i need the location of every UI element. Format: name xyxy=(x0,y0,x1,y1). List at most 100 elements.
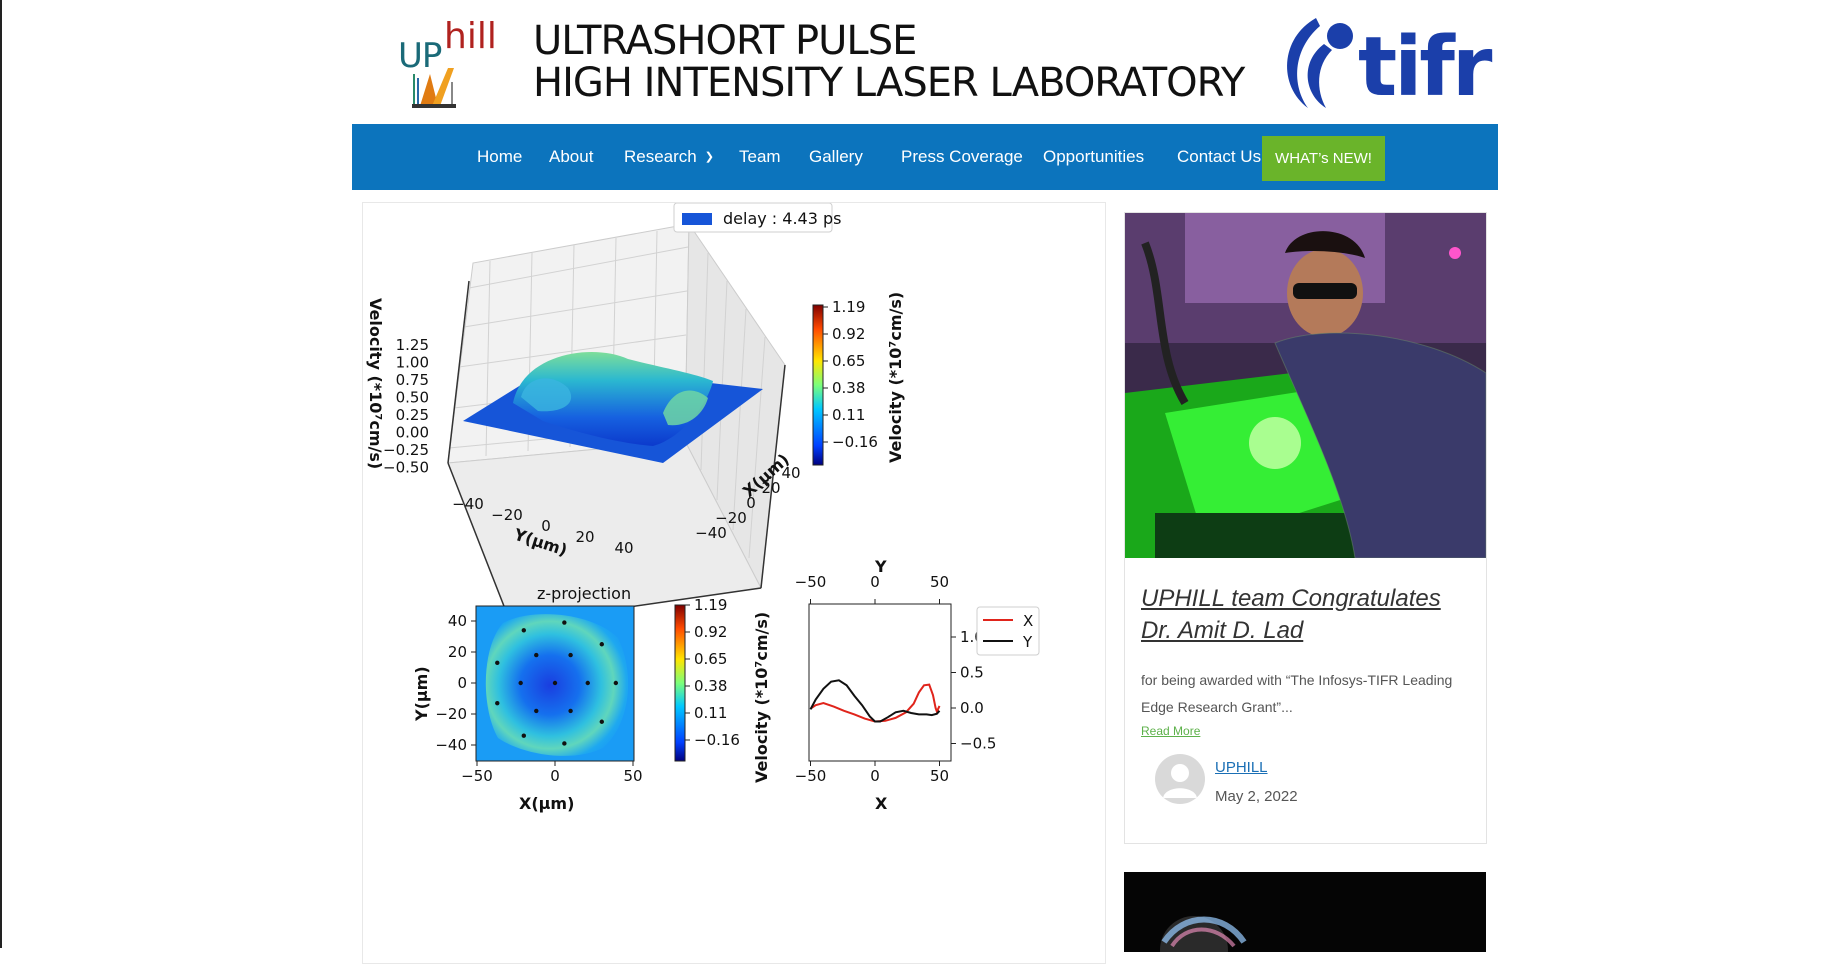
colorbar-top xyxy=(812,304,824,466)
projection-point xyxy=(568,652,573,658)
projection-point xyxy=(599,719,604,724)
lineout-x-tick-label: 0 xyxy=(870,767,880,785)
site-title-line1: ULTRASHORT PULSE xyxy=(533,18,917,64)
tifr-logo[interactable]: tifr xyxy=(1274,14,1492,115)
projection-y-tick-label: 40 xyxy=(448,612,467,630)
z-tick-label: 1.00 xyxy=(396,354,429,372)
projection-point xyxy=(534,708,539,714)
z-axis-label: Velocity (*10⁷cm/s) xyxy=(366,298,385,469)
velocity-figure: 1.251.000.750.500.250.00−0.25−0.50 40200… xyxy=(366,202,1040,813)
read-more-link[interactable]: Read More xyxy=(1141,724,1200,738)
projection-point xyxy=(568,708,573,714)
lineout-top-label: Y xyxy=(874,557,887,576)
projection-x-ticks: −50 0 50 xyxy=(461,761,643,785)
projection-point xyxy=(534,652,539,658)
projection-y-tick-label: −20 xyxy=(435,705,467,723)
nav-item-press-coverage[interactable]: Press Coverage xyxy=(901,124,1023,190)
lineout-top-tick-label: −50 xyxy=(795,573,827,591)
projection-title: z-projection xyxy=(537,584,631,603)
post-title-link[interactable]: UPHILL team Congratulates Dr. Amit D. La… xyxy=(1141,583,1471,647)
nav-item-gallery[interactable]: Gallery xyxy=(809,124,863,190)
projection-x-tick-label: −50 xyxy=(461,767,493,785)
colorbar-tick-label: 0.65 xyxy=(832,352,865,370)
nav-item-research[interactable]: Research ❯ xyxy=(624,124,714,190)
sidebar-post-card-2-image[interactable] xyxy=(1124,872,1486,952)
surface-legend: delay : 4.43 ps xyxy=(673,202,841,233)
y-tick-label: −20 xyxy=(491,506,523,524)
lineout-y-tick-label: 0.0 xyxy=(960,699,984,717)
nav-item-home[interactable]: Home xyxy=(477,124,522,190)
projection-y-tick-label: 0 xyxy=(457,674,467,692)
x-tick-label: −40 xyxy=(695,524,727,542)
colorbar-bottom-label: Velocity (*10⁷cm/s) xyxy=(752,612,771,783)
nav-item-team[interactable]: Team xyxy=(739,124,781,190)
projection-point xyxy=(552,680,558,686)
colorbar-tick-label: 0.11 xyxy=(832,406,865,424)
colorbar-tick-label: −0.16 xyxy=(832,433,878,451)
lineout-legend-y: Y xyxy=(1022,633,1033,651)
z-tick-label: 0.50 xyxy=(396,389,429,407)
colorbar-bottom xyxy=(674,604,686,762)
nav-item-research-label: Research xyxy=(624,147,697,166)
projection-y-tick-label: −40 xyxy=(435,736,467,754)
z-projection-plot: z-projection −50 0 50 40 20 0 −20 −40 X(μm) Y(… xyxy=(412,584,771,813)
avatar[interactable] xyxy=(1155,754,1205,804)
logo-hill-text: hill xyxy=(444,16,497,57)
surface-plot-3d: 1.251.000.750.500.250.00−0.25−0.50 40 20 0… xyxy=(366,202,905,625)
z-tick-label: 0.75 xyxy=(396,371,429,389)
nav-item-about[interactable]: About xyxy=(549,124,593,190)
projection-point xyxy=(613,680,619,686)
colorbar-tick-label: 1.19 xyxy=(694,596,727,614)
uphill-logo[interactable]: UP hill xyxy=(398,14,504,108)
projection-x-tick-label: 0 xyxy=(550,767,560,785)
tifr-logo-text: tifr xyxy=(1358,20,1492,115)
site-title: ULTRASHORT PULSE HIGH INTENSITY LASER LA… xyxy=(533,18,1245,104)
post-image[interactable] xyxy=(1125,213,1486,558)
lineout-y-tick-label: −0.5 xyxy=(960,735,996,753)
colorbar-tick-label: 0.38 xyxy=(694,677,727,695)
nav-item-opportunities[interactable]: Opportunities xyxy=(1043,124,1144,190)
user-icon xyxy=(1163,764,1197,798)
post-photo-2 xyxy=(1124,872,1486,952)
post-photo xyxy=(1125,213,1486,558)
projection-point xyxy=(518,680,523,686)
colorbar-tick-label: −0.16 xyxy=(694,731,740,749)
projection-x-tick-label: 50 xyxy=(623,767,642,785)
post-date: May 2, 2022 xyxy=(1215,788,1298,805)
projection-y-tick-label: 20 xyxy=(448,643,467,661)
lineout-y-tick-label: 0.5 xyxy=(960,664,984,682)
projection-point xyxy=(599,642,604,647)
projection-point xyxy=(562,620,567,625)
colorbar-tick-label: 0.92 xyxy=(694,623,727,641)
nav-item-contact-us[interactable]: Contact Us xyxy=(1177,124,1261,190)
post-author-link[interactable]: UPHILL xyxy=(1215,759,1268,776)
colorbar-tick-label: 0.38 xyxy=(832,379,865,397)
colorbar-top-ticks: 1.19 0.92 0.65 0.38 0.11 −0.16 xyxy=(823,298,878,451)
projection-point xyxy=(521,628,526,633)
legend-delay-label: delay : 4.43 ps xyxy=(723,209,841,228)
nav-item-whats-new[interactable]: WHAT’s NEW! xyxy=(1262,136,1385,181)
y-tick-label: 40 xyxy=(614,539,633,557)
main-content: 1.25 1.00 0.75 0.50 0.25 0.00 −0.25 −0.50 40 20 0… xyxy=(362,202,1106,964)
z-tick-label: −0.50 xyxy=(383,459,429,477)
colorbar-tick-label: 0.92 xyxy=(832,325,865,343)
colorbar-tick-label: 1.19 xyxy=(832,298,865,316)
site-header: UP hill ULTRASHORT PULSE HIGH INTENSITY … xyxy=(0,0,1836,124)
sidebar-post-card: UPHILL team Congratulates Dr. Amit D. La… xyxy=(1124,212,1487,844)
chevron-down-icon: ❯ xyxy=(704,151,714,163)
colorbar-top-label: Velocity (*10⁷cm/s) xyxy=(886,292,905,463)
lineout-bottom-label: X xyxy=(875,794,888,813)
projection-point xyxy=(521,733,526,738)
tifr-swoosh-icon xyxy=(1287,18,1353,108)
lineout-x-tick-label: 50 xyxy=(930,767,949,785)
lineout-legend: X Y xyxy=(976,606,1040,656)
z-tick-label: 0.00 xyxy=(396,424,429,442)
lineout-x-tick-label: −50 xyxy=(795,767,827,785)
z-tick-label: −0.25 xyxy=(383,441,429,459)
colorbar-tick-label: 0.11 xyxy=(694,704,727,722)
projection-point xyxy=(495,660,500,666)
lineout-top-tick-label: 50 xyxy=(930,573,949,591)
main-navigation: Home About Research ❯ Team Gallery Press … xyxy=(352,124,1498,190)
z-tick-label: 1.25 xyxy=(396,336,429,354)
lineout-legend-x: X xyxy=(1023,612,1033,630)
